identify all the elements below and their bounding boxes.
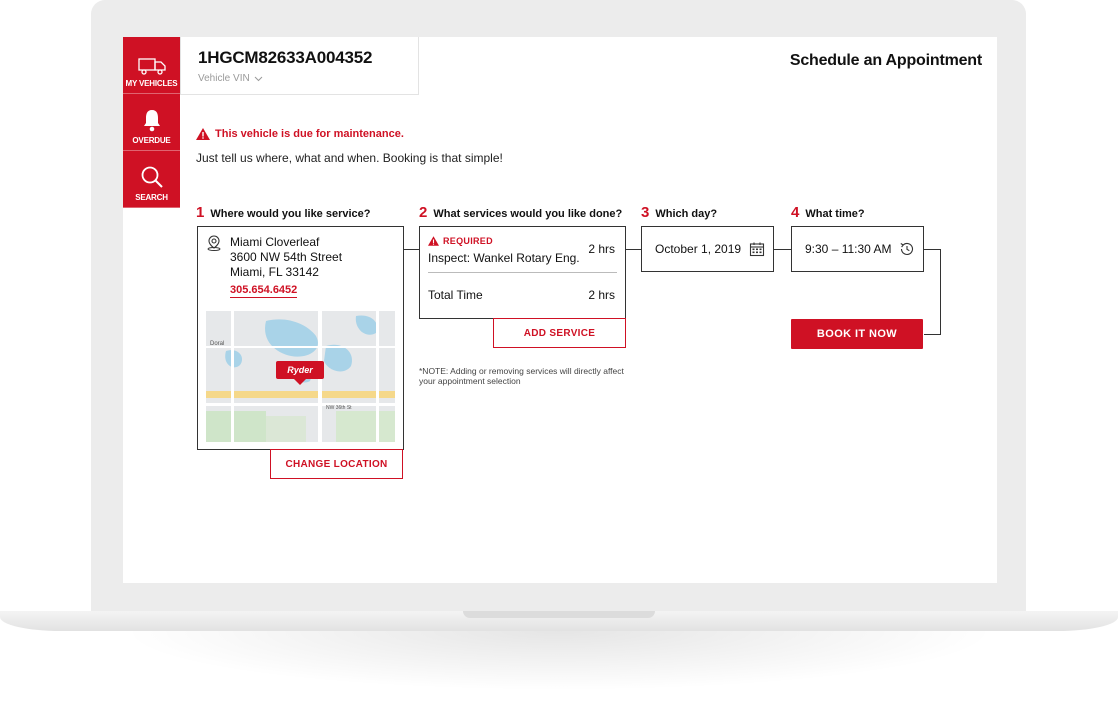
step-number: 1: [196, 204, 205, 221]
laptop-shadow: [120, 631, 998, 691]
required-badge: REQUIRED: [428, 236, 493, 246]
book-it-now-button[interactable]: BOOK IT NOW: [791, 319, 923, 349]
sidebar-item-my-vehicles[interactable]: MY VEHICLES: [123, 37, 180, 94]
vin-dropdown[interactable]: Vehicle VIN: [198, 73, 263, 84]
sidebar-item-label: OVERDUE: [132, 136, 171, 145]
search-icon: [141, 166, 163, 188]
map-city-label: Doral: [210, 341, 224, 347]
location-city: Miami, FL 33142: [230, 265, 319, 279]
step-label: What services would you like done?: [433, 208, 623, 220]
location-address: Miami Cloverleaf 3600 NW 54th Street Mia…: [230, 235, 342, 280]
sidebar: MY VEHICLES OVERDUE SEARCH: [123, 37, 180, 208]
connector-line: [404, 249, 419, 250]
location-name: Miami Cloverleaf: [230, 235, 320, 249]
connector-line: [924, 249, 940, 250]
date-picker[interactable]: October 1, 2019: [641, 226, 774, 272]
connector-line: [940, 249, 941, 335]
service-item-hours: 2 hrs: [588, 242, 615, 256]
truck-icon: [137, 58, 166, 75]
selected-date: October 1, 2019: [655, 242, 742, 256]
services-note: *NOTE: Adding or removing services will …: [419, 366, 624, 386]
connector-line: [626, 249, 641, 250]
step-3-heading: 3 Which day?: [641, 204, 717, 221]
bell-icon: [143, 110, 160, 132]
connector-line: [924, 334, 941, 335]
vehicle-selector[interactable]: 1HGCM82633A004352 Vehicle VIN: [180, 37, 419, 95]
step-number: 3: [641, 204, 650, 221]
map-brand-label: Ryder: [287, 365, 313, 375]
vehicle-vin: 1HGCM82633A004352: [198, 48, 373, 67]
sidebar-item-overdue[interactable]: OVERDUE: [123, 94, 180, 151]
location-pin-icon: [207, 235, 221, 251]
sidebar-item-label: MY VEHICLES: [125, 79, 178, 88]
service-item-name: Inspect: Wankel Rotary Eng.: [428, 251, 580, 265]
sidebar-item-search[interactable]: SEARCH: [123, 151, 180, 208]
vin-label: Vehicle VIN: [198, 73, 250, 84]
add-service-button[interactable]: ADD SERVICE: [493, 318, 626, 348]
selected-time: 9:30 – 11:30 AM: [805, 242, 892, 256]
step-1-heading: 1 Where would you like service?: [196, 204, 371, 221]
divider: [428, 272, 617, 273]
map-graphic: Ryder Doral NW 36th St: [206, 311, 395, 442]
maintenance-alert: This vehicle is due for maintenance.: [196, 128, 404, 140]
location-street: 3600 NW 54th Street: [230, 250, 343, 264]
calendar-icon: [749, 242, 765, 257]
change-location-button[interactable]: CHANGE LOCATION: [270, 449, 403, 479]
services-card: REQUIRED Inspect: Wankel Rotary Eng. 2 h…: [419, 226, 626, 319]
warning-icon: [428, 236, 439, 246]
step-number: 2: [419, 204, 428, 221]
total-time-value: 2 hrs: [588, 288, 615, 302]
step-2-heading: 2 What services would you like done?: [419, 204, 622, 221]
intro-text: Just tell us where, what and when. Booki…: [196, 151, 503, 165]
laptop-notch: [463, 611, 655, 618]
clock-icon: [900, 242, 914, 255]
location-card: Miami Cloverleaf 3600 NW 54th Street Mia…: [197, 226, 404, 450]
total-time-label: Total Time: [428, 288, 483, 302]
step-number: 4: [791, 204, 800, 221]
app-screen: MY VEHICLES OVERDUE SEARCH 1HGCM82633A00…: [123, 37, 997, 583]
page-title: Schedule an Appointment: [789, 52, 982, 69]
location-map[interactable]: Ryder Doral NW 36th St: [206, 311, 395, 442]
step-label: What time?: [805, 208, 865, 220]
map-street-label: NW 36th St: [326, 405, 352, 411]
connector-line: [774, 249, 791, 250]
step-4-heading: 4 What time?: [791, 204, 865, 221]
location-phone-link[interactable]: 305.654.6452: [230, 284, 298, 298]
step-label: Which day?: [655, 208, 718, 220]
chevron-down-icon: [254, 76, 263, 81]
time-picker[interactable]: 9:30 – 11:30 AM: [791, 226, 924, 272]
step-label: Where would you like service?: [210, 208, 371, 220]
required-label: REQUIRED: [443, 236, 493, 246]
warning-icon: [196, 128, 210, 140]
alert-text: This vehicle is due for maintenance.: [215, 128, 404, 140]
sidebar-item-label: SEARCH: [135, 193, 168, 202]
